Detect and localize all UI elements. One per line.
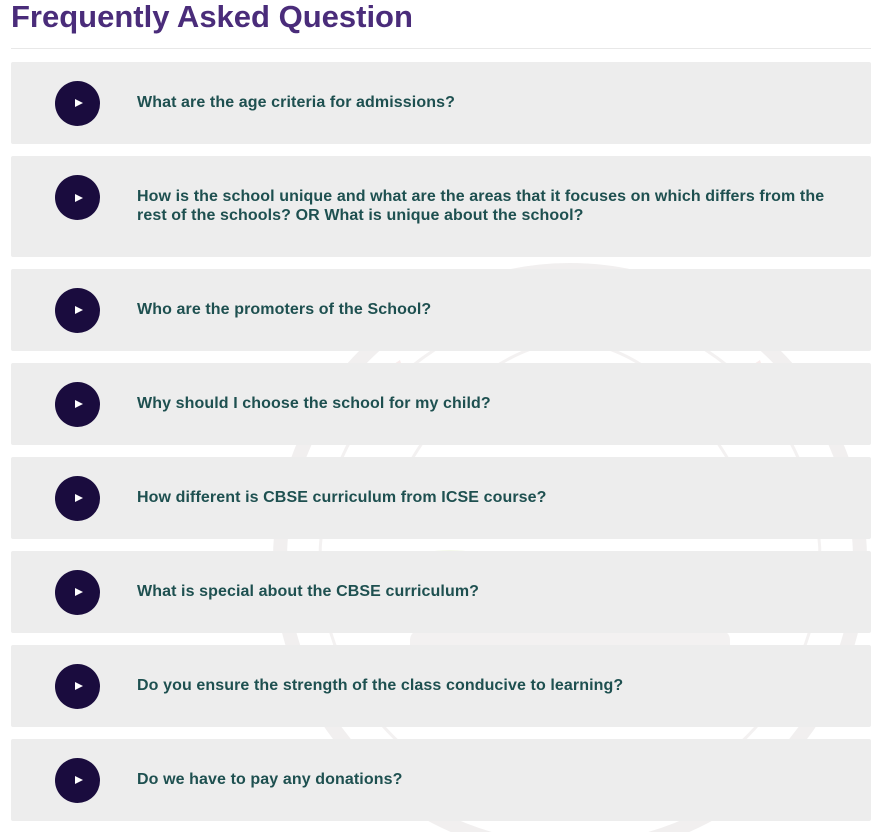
faq-question: Do we have to pay any donations? [137, 771, 403, 788]
page-title: Frequently Asked Question [11, 0, 413, 34]
faq-question: Do you ensure the strength of the class … [137, 677, 624, 694]
faq-item[interactable]: How different is CBSE curriculum from IC… [11, 457, 871, 539]
faq-item[interactable]: Do you ensure the strength of the class … [11, 645, 871, 727]
faq-item[interactable]: What are the age criteria for admissions… [11, 62, 871, 144]
faq-item[interactable]: Who are the promoters of the School? [11, 269, 871, 351]
play-icon[interactable] [55, 175, 100, 220]
play-icon[interactable] [55, 475, 100, 521]
faq-item[interactable]: Do we have to pay any donations? [11, 739, 871, 821]
faq-item[interactable]: Why should I choose the school for my ch… [11, 363, 871, 445]
faq-question: How different is CBSE curriculum from IC… [137, 489, 547, 506]
title-divider [11, 48, 871, 49]
play-icon[interactable] [55, 757, 100, 803]
play-icon[interactable] [55, 663, 100, 709]
faq-list: What are the age criteria for admissions… [11, 62, 871, 832]
faq-question: Why should I choose the school for my ch… [137, 395, 491, 412]
faq-item[interactable]: How is the school unique and what are th… [11, 156, 871, 257]
faq-question: What are the age criteria for admissions… [137, 94, 455, 111]
play-icon[interactable] [55, 569, 100, 615]
faq-page: Frequently Asked Question What are the a… [0, 0, 882, 832]
faq-question: Who are the promoters of the School? [137, 301, 432, 318]
faq-question: How is the school unique and what are th… [137, 188, 825, 224]
play-icon[interactable] [55, 80, 100, 126]
faq-question: What is special about the CBSE curriculu… [137, 583, 480, 600]
play-icon[interactable] [55, 287, 100, 333]
faq-item[interactable]: What is special about the CBSE curriculu… [11, 551, 871, 633]
play-icon[interactable] [55, 381, 100, 427]
